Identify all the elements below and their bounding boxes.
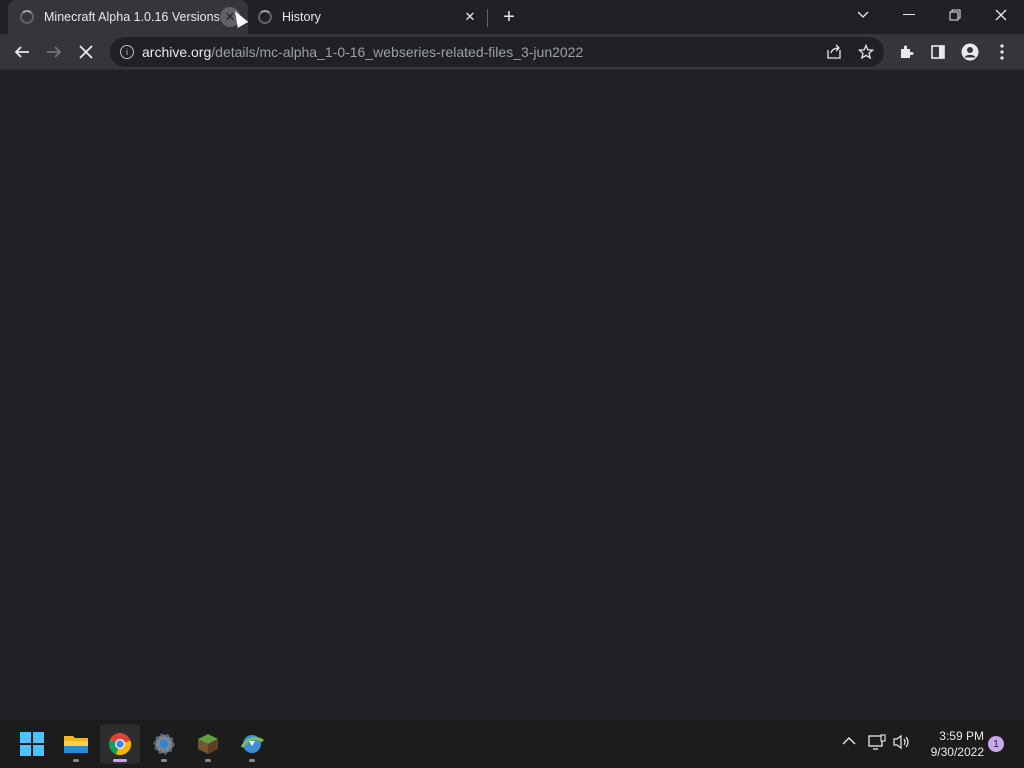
restore-button[interactable]: [932, 0, 978, 30]
running-indicator: [249, 759, 255, 762]
browser-toolbar: i archive.org/details/mc-alpha_1-0-16_we…: [0, 34, 1024, 70]
running-indicator: [73, 759, 79, 762]
tab-title: Minecraft Alpha 1.0.16 Versions (: [44, 10, 220, 24]
show-hidden-icons-button[interactable]: [842, 734, 856, 749]
running-indicator: [113, 759, 127, 762]
profile-icon: [961, 43, 979, 61]
bookmark-button[interactable]: [854, 40, 878, 64]
taskbar: 3:59 PM 9/30/2022: [0, 720, 1024, 768]
page-content: [0, 71, 1024, 720]
restore-icon: [949, 9, 961, 21]
back-button[interactable]: [8, 38, 36, 66]
site-info-icon[interactable]: i: [120, 45, 134, 59]
minimize-button[interactable]: [886, 0, 932, 30]
tab-search-button[interactable]: [840, 0, 886, 30]
close-window-button[interactable]: [978, 0, 1024, 30]
forward-arrow-icon: [47, 46, 62, 58]
taskbar-download-manager[interactable]: [232, 724, 272, 764]
clock[interactable]: 3:59 PM 9/30/2022: [918, 728, 984, 760]
taskbar-minecraft[interactable]: [188, 724, 228, 764]
start-button[interactable]: [12, 724, 52, 764]
taskbar-settings[interactable]: [144, 724, 184, 764]
url-host: archive.org: [142, 44, 212, 60]
kebab-menu-icon: [1000, 44, 1004, 60]
taskbar-file-explorer[interactable]: [56, 724, 96, 764]
chrome-icon: [109, 733, 132, 756]
tab-strip: Minecraft Alpha 1.0.16 Versions ( ✕ Hist…: [0, 0, 1024, 34]
address-bar[interactable]: i archive.org/details/mc-alpha_1-0-16_we…: [110, 37, 884, 67]
folder-icon: [64, 736, 88, 753]
tab-minecraft-alpha[interactable]: Minecraft Alpha 1.0.16 Versions ( ✕: [8, 0, 248, 34]
running-indicator: [205, 759, 211, 762]
close-icon: [995, 9, 1007, 21]
chevron-up-icon: [842, 737, 856, 745]
notification-badge[interactable]: 1: [988, 736, 1004, 752]
chevron-down-icon: [857, 11, 869, 18]
share-button[interactable]: [822, 40, 846, 64]
download-manager-icon: [240, 735, 264, 753]
tab-history[interactable]: History ✕: [248, 0, 488, 34]
share-icon: [827, 44, 841, 59]
tab-close-icon[interactable]: ✕: [460, 7, 480, 27]
url-path: /details/mc-alpha_1-0-16_webseries-relat…: [211, 44, 584, 60]
windows-logo-icon: [20, 732, 44, 756]
running-indicator: [161, 759, 167, 762]
stop-icon: [79, 45, 93, 59]
forward-button[interactable]: [40, 38, 68, 66]
back-arrow-icon: [14, 46, 29, 58]
new-tab-button[interactable]: +: [497, 5, 521, 29]
star-icon: [858, 44, 874, 60]
speaker-icon: [893, 734, 909, 750]
clock-time: 3:59 PM: [939, 729, 984, 743]
network-icon: [868, 734, 886, 750]
menu-button[interactable]: [988, 38, 1016, 66]
clock-date: 9/30/2022: [930, 745, 984, 759]
taskbar-chrome[interactable]: [100, 724, 140, 764]
volume-button[interactable]: [893, 734, 911, 753]
loading-spinner-icon: [258, 10, 272, 24]
minecraft-grass-block-icon: [198, 734, 218, 754]
side-panel-icon: [931, 45, 945, 59]
profile-button[interactable]: [956, 38, 984, 66]
stop-loading-button[interactable]: [72, 38, 100, 66]
minimize-icon: [903, 14, 915, 15]
settings-gear-icon: [153, 733, 175, 755]
tab-separator: [487, 9, 488, 27]
puzzle-icon: [901, 45, 914, 58]
extensions-button[interactable]: [892, 38, 920, 66]
tab-title: History: [282, 10, 321, 24]
side-panel-button[interactable]: [924, 38, 952, 66]
network-button[interactable]: [868, 734, 886, 753]
loading-spinner-icon: [20, 10, 34, 24]
